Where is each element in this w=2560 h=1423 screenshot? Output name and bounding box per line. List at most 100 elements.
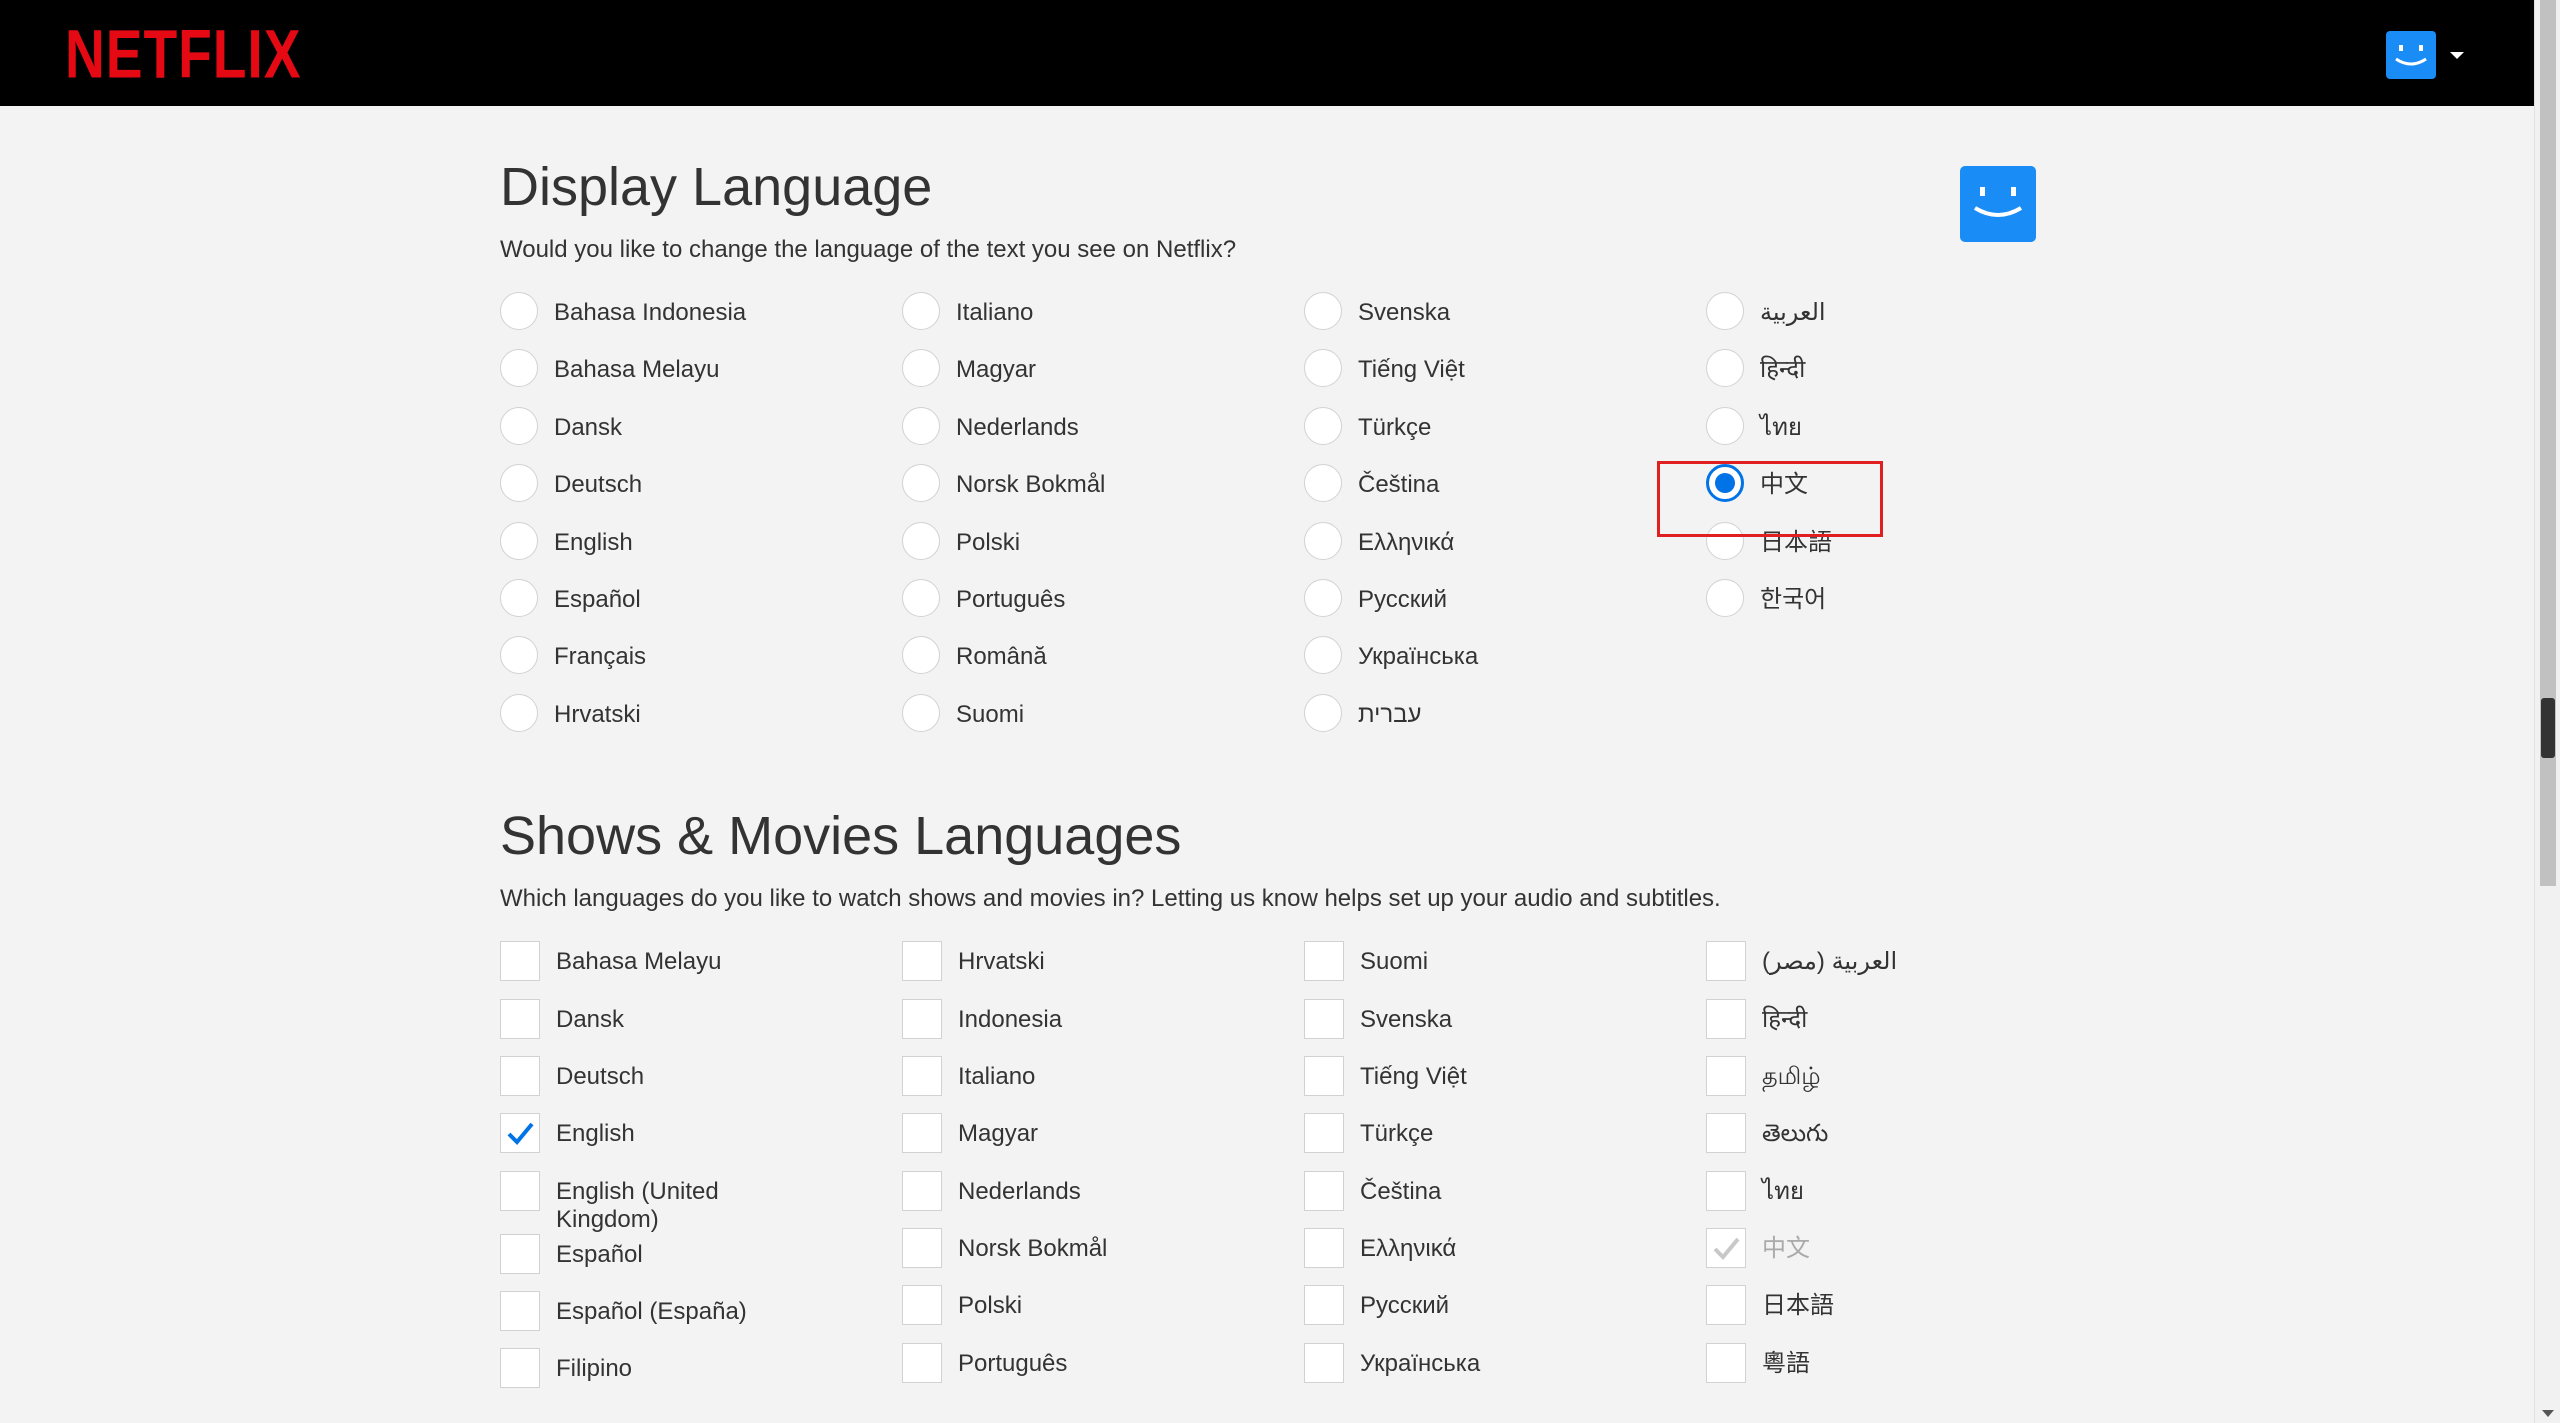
radio-button[interactable] (500, 464, 538, 503)
radio-button[interactable] (1706, 406, 1744, 445)
shows-language-option[interactable]: Nederlands (902, 1170, 1304, 1228)
display-language-option[interactable]: Italiano (902, 292, 1304, 349)
radio-button[interactable] (902, 578, 940, 617)
checkbox[interactable] (500, 1233, 540, 1274)
radio-selected[interactable] (1706, 464, 1744, 503)
shows-language-option[interactable]: Magyar (902, 1113, 1304, 1170)
display-language-option[interactable]: 한국어 (1706, 578, 2108, 636)
shows-language-option[interactable]: English (United Kingdom) (500, 1170, 902, 1234)
shows-language-option[interactable]: Filipino (500, 1348, 902, 1405)
checkbox[interactable] (1304, 998, 1344, 1039)
display-language-option[interactable]: Čeština (1304, 464, 1706, 521)
radio-button[interactable] (902, 349, 940, 388)
display-language-option[interactable]: 日本語 (1706, 521, 2108, 579)
checkbox[interactable] (1706, 941, 1746, 982)
radio-button[interactable] (902, 292, 940, 330)
shows-language-option[interactable]: Italiano (902, 1055, 1304, 1113)
display-language-option[interactable]: Nederlands (902, 406, 1304, 464)
display-language-option[interactable]: Magyar (902, 349, 1304, 406)
checkbox[interactable] (1304, 1170, 1344, 1211)
shows-language-option[interactable]: Suomi (1304, 941, 1706, 998)
radio-button[interactable] (1304, 636, 1342, 675)
radio-button[interactable] (902, 464, 940, 503)
display-language-option[interactable]: Türkçe (1304, 406, 1706, 464)
radio-button[interactable] (1304, 693, 1342, 732)
display-language-option[interactable]: Polski (902, 521, 1304, 579)
shows-language-option[interactable]: Español (500, 1233, 902, 1291)
checkbox[interactable] (902, 1170, 942, 1211)
display-language-option[interactable]: Română (902, 636, 1304, 693)
display-language-option[interactable]: Русский (1304, 578, 1706, 636)
checkbox[interactable] (902, 1228, 942, 1269)
checkbox[interactable] (1304, 1055, 1344, 1096)
display-language-option[interactable]: Norsk Bokmål (902, 464, 1304, 521)
display-language-option[interactable]: Svenska (1304, 292, 1706, 349)
shows-language-option[interactable]: Español (España) (500, 1291, 902, 1348)
checkbox[interactable] (1706, 1055, 1746, 1096)
display-language-option[interactable]: Suomi (902, 693, 1304, 751)
shows-language-option[interactable]: English (500, 1113, 902, 1170)
display-language-option[interactable]: 中文 (1706, 464, 2108, 521)
shows-language-option[interactable]: Português (902, 1342, 1304, 1400)
radio-button[interactable] (902, 521, 940, 560)
checkbox[interactable] (902, 1113, 942, 1154)
checkbox[interactable] (500, 1291, 540, 1332)
display-language-option[interactable]: Português (902, 578, 1304, 636)
radio-button[interactable] (500, 578, 538, 617)
radio-button[interactable] (1706, 292, 1744, 330)
scroll-down-arrow-icon[interactable] (2542, 1410, 2554, 1417)
shows-language-option[interactable]: हिन्दी (1706, 998, 2108, 1056)
radio-button[interactable] (902, 406, 940, 445)
display-language-option[interactable]: हिन्दी (1706, 349, 2108, 406)
shows-language-option[interactable]: 日本語 (1706, 1285, 2108, 1342)
display-language-option[interactable]: Hrvatski (500, 693, 902, 751)
shows-language-option[interactable]: Deutsch (500, 1055, 902, 1113)
checkbox[interactable] (500, 1170, 540, 1211)
radio-button[interactable] (500, 292, 538, 330)
radio-button[interactable] (1706, 349, 1744, 388)
checkbox[interactable] (1706, 1342, 1746, 1383)
shows-language-option[interactable]: 粵語 (1706, 1342, 2108, 1400)
radio-button[interactable] (902, 636, 940, 675)
shows-language-option[interactable]: Bahasa Melayu (500, 941, 902, 998)
checkbox[interactable] (902, 998, 942, 1039)
radio-button[interactable] (1304, 349, 1342, 388)
radio-button[interactable] (1304, 406, 1342, 445)
display-language-option[interactable]: עברית (1304, 693, 1706, 751)
display-language-option[interactable]: Bahasa Melayu (500, 349, 902, 406)
checkbox-checked[interactable] (500, 1113, 540, 1154)
radio-button[interactable] (500, 693, 538, 732)
radio-button[interactable] (500, 521, 538, 560)
checkbox[interactable] (902, 1055, 942, 1096)
caret-down-icon[interactable] (2450, 51, 2464, 59)
radio-button[interactable] (500, 349, 538, 388)
checkbox[interactable] (1304, 941, 1344, 982)
shows-language-option[interactable]: Dansk (500, 998, 902, 1056)
checkbox[interactable] (1706, 1170, 1746, 1211)
checkbox[interactable] (902, 1285, 942, 1326)
shows-language-option[interactable]: Polski (902, 1285, 1304, 1342)
shows-language-option[interactable]: Türkçe (1304, 1113, 1706, 1170)
shows-language-option[interactable]: తెలుగు (1706, 1113, 2108, 1170)
radio-button[interactable] (1706, 578, 1744, 617)
display-language-option[interactable]: English (500, 521, 902, 579)
smiley-avatar-icon[interactable] (2386, 31, 2436, 79)
shows-language-option[interactable]: Svenska (1304, 998, 1706, 1056)
shows-language-option[interactable]: Norsk Bokmål (902, 1228, 1304, 1285)
display-language-option[interactable]: Українська (1304, 636, 1706, 693)
checkbox[interactable] (1304, 1285, 1344, 1326)
shows-language-option[interactable]: العربية (مصر) (1706, 941, 2108, 998)
radio-button[interactable] (1304, 578, 1342, 617)
checkbox[interactable] (902, 1342, 942, 1383)
display-language-option[interactable]: Español (500, 578, 902, 636)
display-language-option[interactable]: Ελληνικά (1304, 521, 1706, 579)
display-language-option[interactable]: العربية (1706, 292, 2108, 349)
radio-button[interactable] (500, 636, 538, 675)
shows-language-option[interactable]: Ελληνικά (1304, 1228, 1706, 1285)
shows-language-option[interactable]: Hrvatski (902, 941, 1304, 998)
display-language-option[interactable]: Dansk (500, 406, 902, 464)
display-language-option[interactable]: Tiếng Việt (1304, 349, 1706, 406)
radio-button[interactable] (1706, 521, 1744, 560)
checkbox[interactable] (1304, 1228, 1344, 1269)
profile-menu[interactable] (2386, 31, 2464, 79)
